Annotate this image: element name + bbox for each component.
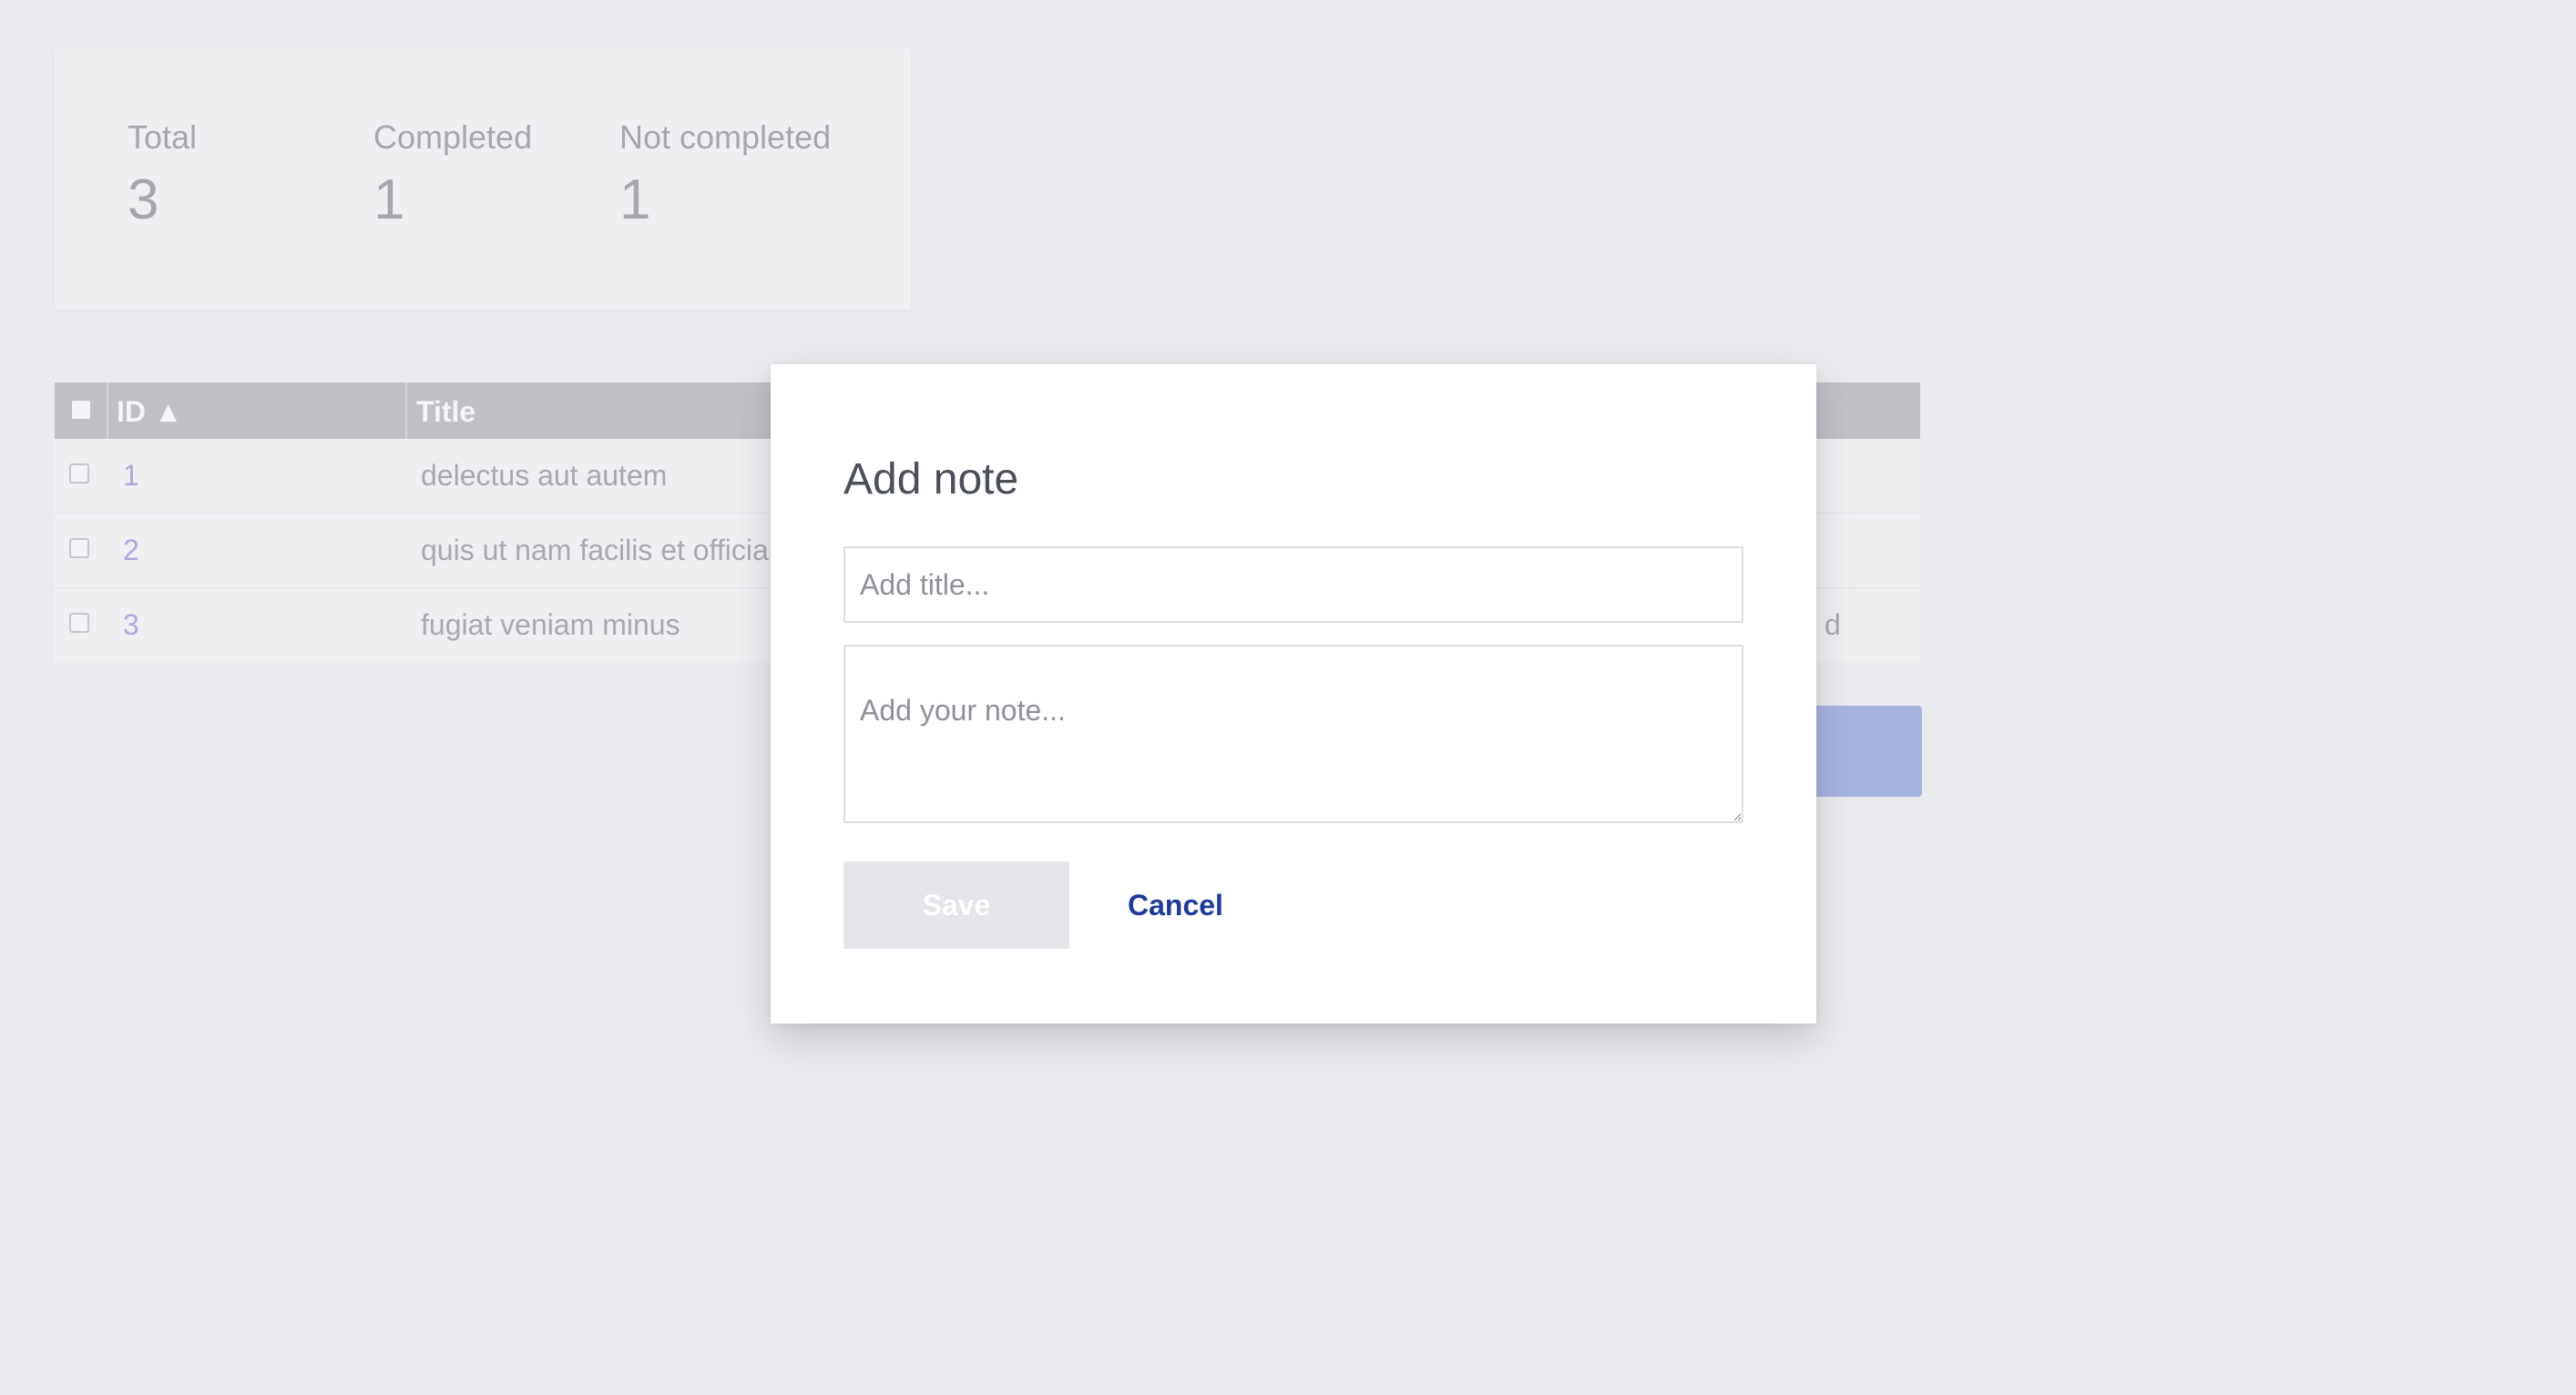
row-id-link[interactable]: 3 — [123, 588, 139, 662]
row-checkbox[interactable] — [69, 463, 89, 484]
stats-card: Total 3 Completed 1 Not completed 1 — [55, 48, 911, 310]
stat-completed-label: Completed — [373, 118, 533, 156]
stat-total-label: Total — [128, 118, 198, 156]
row-checkbox[interactable] — [69, 538, 89, 558]
column-header-id[interactable]: ID ▲ — [117, 382, 183, 439]
stat-not-completed: Not completed 1 — [619, 121, 831, 229]
row-title: quis ut nam facilis et officia qui — [421, 534, 816, 566]
row-id-link[interactable]: 2 — [123, 514, 139, 587]
row-id-link[interactable]: 1 — [123, 439, 139, 513]
column-divider — [405, 382, 407, 439]
add-note-modal: Add note Save Cancel — [771, 364, 1816, 1023]
save-button[interactable]: Save — [843, 861, 1069, 949]
cancel-button[interactable]: Cancel — [1111, 861, 1240, 949]
row-status: d — [1825, 608, 1841, 641]
row-checkbox[interactable] — [69, 613, 89, 633]
stat-completed: Completed 1 — [373, 121, 532, 229]
row-title: delectus aut autem — [421, 459, 668, 492]
row-title: fugiat veniam minus — [421, 608, 680, 641]
modal-title: Add note — [843, 455, 1019, 504]
note-title-input[interactable] — [843, 546, 1743, 623]
note-body-textarea[interactable] — [843, 645, 1743, 823]
column-header-title[interactable]: Title — [416, 382, 475, 439]
column-divider — [107, 382, 108, 439]
stat-completed-value: 1 — [373, 168, 405, 231]
stat-not-completed-label: Not completed — [619, 118, 832, 156]
select-all-checkbox[interactable] — [72, 401, 90, 419]
stat-not-completed-value: 1 — [619, 168, 651, 231]
stat-total-value: 3 — [128, 168, 159, 231]
stat-total: Total 3 — [128, 121, 197, 229]
